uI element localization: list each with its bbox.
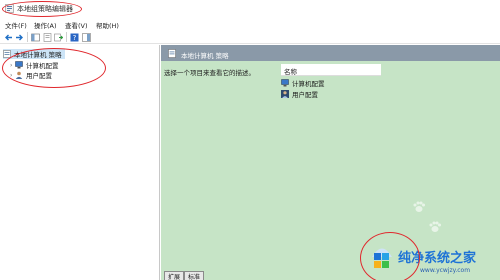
tab-extended[interactable]: 扩展 bbox=[164, 271, 185, 280]
computer-icon bbox=[281, 79, 289, 87]
paw-print-icon bbox=[429, 221, 441, 232]
toolbar: ? bbox=[0, 30, 500, 44]
forward-arrow-icon[interactable] bbox=[15, 33, 24, 42]
help-icon[interactable]: ? bbox=[70, 33, 79, 42]
list-item-user-config[interactable]: 用户配置 bbox=[281, 89, 318, 99]
document-icon bbox=[168, 49, 176, 58]
description-text: 选择一个项目来查看它的描述。 bbox=[164, 69, 255, 77]
back-arrow-icon[interactable] bbox=[4, 33, 13, 42]
tab-standard[interactable]: 标准 bbox=[184, 271, 205, 280]
toolbar-separator bbox=[66, 32, 67, 42]
menu-bar: 文件(F) 操作(A) 查看(V) 帮助(H) bbox=[0, 17, 500, 30]
list-item-computer-config[interactable]: 计算机配置 bbox=[281, 78, 325, 88]
menu-help[interactable]: 帮助(H) bbox=[96, 20, 119, 30]
svg-text:?: ? bbox=[73, 34, 77, 42]
details-title: 本地计算机 策略 bbox=[181, 52, 229, 60]
watermark-url: www.ycwjzy.com bbox=[420, 267, 471, 274]
paw-print-icon bbox=[413, 201, 425, 212]
user-icon bbox=[281, 90, 289, 98]
annotation-ellipse bbox=[2, 48, 106, 88]
details-header: 本地计算机 策略 bbox=[161, 45, 500, 61]
menu-file[interactable]: 文件(F) bbox=[5, 20, 27, 30]
annotation-ellipse bbox=[360, 232, 420, 280]
toolbar-separator bbox=[27, 32, 28, 42]
column-header-label: 名称 bbox=[284, 68, 297, 76]
list-item-label: 用户配置 bbox=[292, 91, 318, 99]
annotation-ellipse bbox=[2, 1, 82, 17]
column-header-name[interactable]: 名称 bbox=[281, 64, 381, 76]
menu-action[interactable]: 操作(A) bbox=[34, 20, 57, 30]
show-hide-pane-icon[interactable] bbox=[82, 33, 91, 42]
console-tree-icon[interactable] bbox=[31, 33, 40, 42]
list-item-label: 计算机配置 bbox=[292, 80, 325, 88]
export-list-icon[interactable] bbox=[54, 33, 63, 42]
properties-icon[interactable] bbox=[43, 33, 52, 42]
menu-view[interactable]: 查看(V) bbox=[65, 20, 88, 30]
